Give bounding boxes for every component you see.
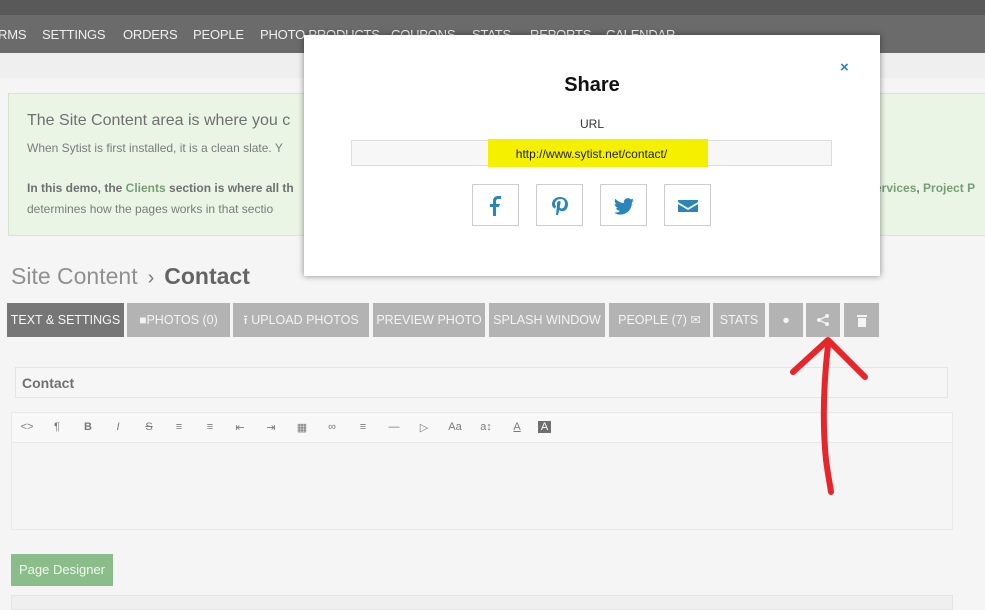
pinterest-icon	[552, 197, 568, 215]
close-icon[interactable]: ×	[840, 59, 849, 76]
share-facebook-button[interactable]	[472, 184, 519, 226]
envelope-icon	[678, 200, 698, 212]
twitter-icon	[614, 198, 634, 215]
share-email-button[interactable]	[664, 184, 711, 226]
url-value[interactable]: http://www.sytist.net/contact/	[351, 147, 832, 161]
share-pinterest-button[interactable]	[536, 184, 583, 226]
modal-title: Share	[564, 74, 620, 96]
url-label: URL	[579, 117, 604, 131]
facebook-icon	[490, 196, 501, 216]
share-twitter-button[interactable]	[600, 184, 647, 226]
share-modal: Share × URL http://www.sytist.net/contac…	[304, 35, 880, 276]
